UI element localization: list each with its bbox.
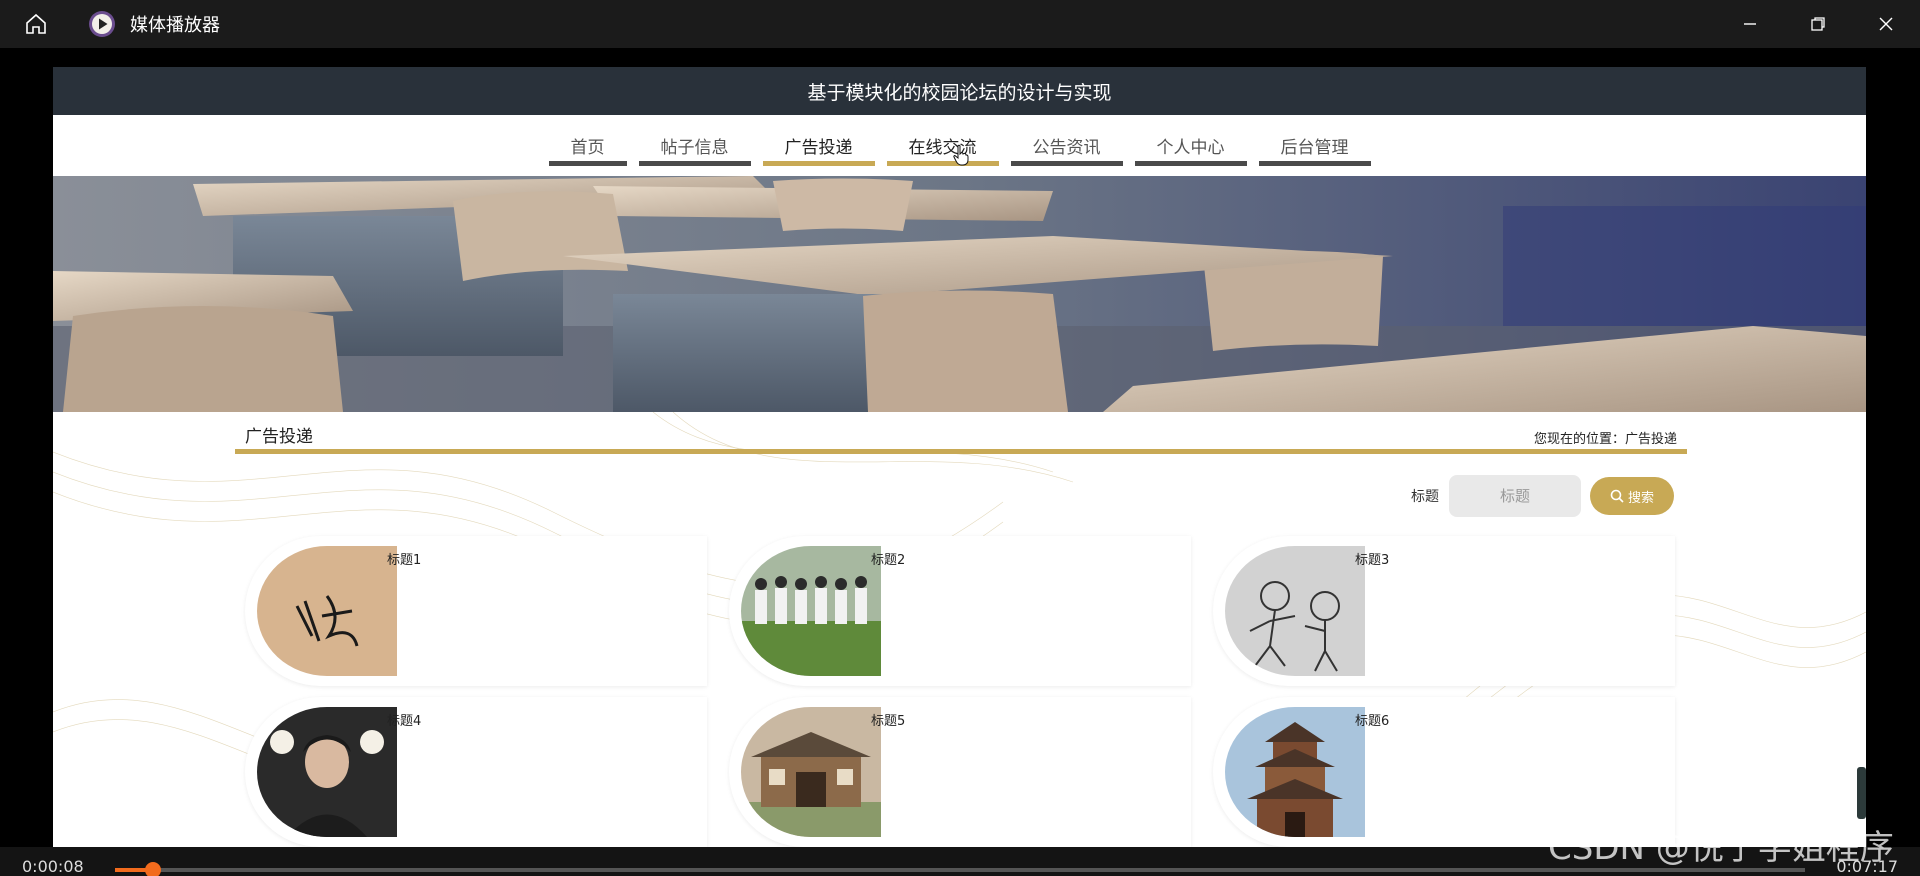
site-header: 基于模块化的校园论坛的设计与实现 <box>53 67 1866 115</box>
media-player-logo-icon <box>89 11 115 37</box>
close-icon <box>1879 17 1893 31</box>
search-label: 标题 <box>1411 489 1439 505</box>
minimize-icon <box>1744 23 1756 25</box>
ad-card-image <box>257 707 397 837</box>
ad-card[interactable]: 标题1 <box>245 536 707 686</box>
ad-card-title: 标题6 <box>1355 714 1390 729</box>
search-button[interactable]: 搜索 <box>1590 477 1674 515</box>
video-frame: 基于模块化的校园论坛的设计与实现 首页 帖子信息 广告投递 在线交流 公告资讯 … <box>53 67 1866 847</box>
ad-card[interactable]: 标题4 <box>245 697 707 847</box>
nav-item-posts[interactable]: 帖子信息 <box>638 130 751 166</box>
ad-card[interactable]: 标题2 <box>729 536 1191 686</box>
current-time: 0:00:08 <box>22 857 84 876</box>
site-title: 基于模块化的校园论坛的设计与实现 <box>807 81 1112 104</box>
search-icon <box>1610 489 1624 503</box>
ad-card-image <box>1225 707 1365 837</box>
cartoon-sketch-image <box>1225 546 1365 676</box>
minimize-button[interactable] <box>1716 0 1784 48</box>
search-input[interactable] <box>1449 475 1581 517</box>
ad-card-image <box>257 546 397 676</box>
nav-item-home[interactable]: 首页 <box>548 130 627 166</box>
home-icon <box>26 13 46 34</box>
students-field-image <box>741 546 881 676</box>
nav-item-profile[interactable]: 个人中心 <box>1134 130 1247 166</box>
close-button[interactable] <box>1852 0 1920 48</box>
home-button[interactable] <box>0 0 72 48</box>
nav-item-ads[interactable]: 广告投递 <box>762 130 875 166</box>
breadcrumb: 您现在的位置：广告投递 <box>1533 432 1677 447</box>
player-title-bar: 媒体播放器 <box>0 0 1920 48</box>
portrait-image <box>257 707 397 837</box>
ad-card-image <box>741 546 881 676</box>
restore-icon <box>1811 17 1825 31</box>
signature-image <box>257 546 397 676</box>
old-building-image <box>741 707 881 837</box>
mouse-cursor-icon <box>952 144 968 166</box>
classroom-illustration <box>53 176 1866 412</box>
ad-card[interactable]: 标题3 <box>1213 536 1675 686</box>
restore-button[interactable] <box>1784 0 1852 48</box>
nav-item-notices[interactable]: 公告资讯 <box>1010 130 1123 166</box>
nav-item-admin[interactable]: 后台管理 <box>1258 130 1371 166</box>
watermark: CSDN @悦宁学姐程序 <box>1548 828 1894 868</box>
search-bar: 标题 搜索 <box>1411 475 1674 517</box>
pagoda-image <box>1225 707 1365 837</box>
seek-bar-thumb[interactable] <box>145 862 162 876</box>
section-title: 广告投递 <box>245 427 313 447</box>
nav-item-chat[interactable]: 在线交流 <box>886 130 999 166</box>
site-nav: 首页 帖子信息 广告投递 在线交流 公告资讯 个人中心 后台管理 <box>53 115 1866 176</box>
search-button-label: 搜索 <box>1627 489 1654 505</box>
ad-card[interactable]: 标题5 <box>729 697 1191 847</box>
app-title: 媒体播放器 <box>130 15 220 36</box>
ad-card-title: 标题5 <box>871 714 906 729</box>
ad-card-title: 标题3 <box>1355 553 1390 568</box>
ad-card-title: 标题4 <box>387 714 422 729</box>
ad-card-title: 标题2 <box>871 553 906 568</box>
window-controls <box>1716 0 1920 48</box>
section-header: 广告投递 您现在的位置：广告投递 <box>235 424 1687 454</box>
ad-card-image <box>741 707 881 837</box>
banner-image <box>53 176 1866 412</box>
content-area: 广告投递 您现在的位置：广告投递 标题 搜索 标题1 <box>53 412 1866 847</box>
scroll-handle[interactable] <box>1857 767 1866 819</box>
ad-card-title: 标题1 <box>387 553 422 568</box>
ad-card-image <box>1225 546 1365 676</box>
